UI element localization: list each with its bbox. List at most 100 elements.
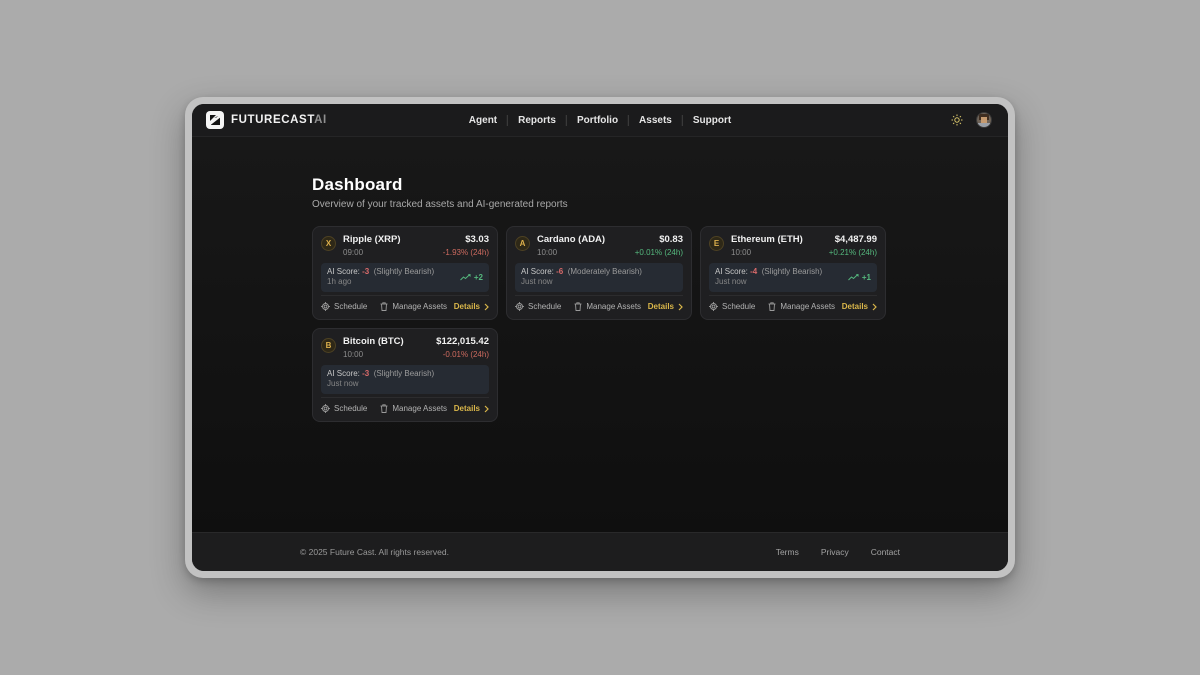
- manage-assets-button[interactable]: Manage Assets: [380, 302, 447, 311]
- ai-score-value: -6: [556, 267, 563, 276]
- ai-score-label: AI Score:: [327, 369, 360, 378]
- theme-toggle-sun-icon[interactable]: [950, 113, 964, 127]
- ai-sentiment: (Moderately Bearish): [568, 267, 642, 276]
- asset-card-cardano: A Cardano (ADA) 10:00 $0.83 +0.01% (24h)…: [506, 226, 692, 320]
- coin-time: 10:00: [537, 248, 605, 257]
- schedule-button[interactable]: Schedule: [709, 302, 755, 311]
- card-header: E Ethereum (ETH) 10:00 $4,487.99 +0.21% …: [709, 235, 877, 257]
- footer-links: Terms Privacy Contact: [776, 547, 900, 557]
- coin-time: 10:00: [731, 248, 803, 257]
- card-actions: Schedule Manage Assets Details: [709, 295, 877, 311]
- main-content: Dashboard Overview of your tracked asset…: [192, 137, 1008, 532]
- page-title: Dashboard: [312, 175, 1008, 195]
- schedule-button[interactable]: Schedule: [321, 404, 367, 413]
- coin-price: $3.03: [443, 235, 489, 246]
- trending-up-icon: [460, 274, 471, 281]
- ai-score-banner: AI Score: -3 (Slightly Bearish) 1h ago +…: [321, 263, 489, 292]
- card-actions: Schedule Manage Assets Details: [515, 295, 683, 311]
- card-header: X Ripple (XRP) 09:00 $3.03 -1.93% (24h): [321, 235, 489, 257]
- coin-price: $122,015.42: [436, 337, 489, 348]
- ai-sentiment: (Slightly Bearish): [762, 267, 822, 276]
- ai-updated-ago: Just now: [521, 277, 642, 287]
- coin-name: Cardano (ADA): [537, 235, 605, 246]
- brand-logo[interactable]: FUTURECASTAI: [206, 111, 327, 129]
- details-button[interactable]: Details: [648, 302, 683, 311]
- footer-link-terms[interactable]: Terms: [776, 547, 799, 557]
- app-window: FUTURECASTAI Agent Reports Portfolio Ass…: [185, 97, 1015, 578]
- chevron-right-icon: [872, 303, 877, 311]
- copyright-text: © 2025 Future Cast. All rights reserved.: [300, 547, 449, 557]
- coin-time: 09:00: [343, 248, 401, 257]
- trash-icon: [768, 302, 776, 311]
- ai-sentiment: (Slightly Bearish): [374, 369, 434, 378]
- ai-updated-ago: Just now: [327, 379, 434, 389]
- manage-assets-button[interactable]: Manage Assets: [380, 404, 447, 413]
- asset-card-ethereum: E Ethereum (ETH) 10:00 $4,487.99 +0.21% …: [700, 226, 886, 320]
- futurecast-logo-icon: [206, 111, 224, 129]
- nav-item-reports[interactable]: Reports: [508, 115, 566, 126]
- footer-link-contact[interactable]: Contact: [871, 547, 900, 557]
- user-avatar[interactable]: [976, 112, 992, 128]
- ai-score-value: -4: [750, 267, 757, 276]
- nav-right-controls: [950, 112, 992, 128]
- chevron-right-icon: [484, 303, 489, 311]
- gear-icon: [515, 302, 524, 311]
- asset-card-bitcoin: B Bitcoin (BTC) 10:00 $122,015.42 -0.01%…: [312, 328, 498, 422]
- coin-change: +0.21% (24h): [829, 248, 877, 257]
- trash-icon: [574, 302, 582, 311]
- coin-change: -0.01% (24h): [436, 350, 489, 359]
- trash-icon: [380, 404, 388, 413]
- trend-value: +1: [862, 273, 871, 282]
- trash-icon: [380, 302, 388, 311]
- ai-sentiment: (Slightly Bearish): [374, 267, 434, 276]
- nav-item-support[interactable]: Support: [683, 115, 741, 126]
- coin-time: 10:00: [343, 350, 404, 359]
- footer-link-privacy[interactable]: Privacy: [821, 547, 849, 557]
- ai-score-label: AI Score:: [521, 267, 554, 276]
- ai-score-banner: AI Score: -4 (Slightly Bearish) Just now…: [709, 263, 877, 292]
- coin-price: $0.83: [635, 235, 683, 246]
- coin-price: $4,487.99: [829, 235, 877, 246]
- app-footer: © 2025 Future Cast. All rights reserved.…: [192, 532, 1008, 571]
- nav-item-assets[interactable]: Assets: [629, 115, 682, 126]
- card-header: A Cardano (ADA) 10:00 $0.83 +0.01% (24h): [515, 235, 683, 257]
- ai-score-banner: AI Score: -6 (Moderately Bearish) Just n…: [515, 263, 683, 292]
- chevron-right-icon: [678, 303, 683, 311]
- coin-name: Ethereum (ETH): [731, 235, 803, 246]
- coin-change: -1.93% (24h): [443, 248, 489, 257]
- ai-score-value: -3: [362, 267, 369, 276]
- trending-up-icon: [848, 274, 859, 281]
- nav-item-portfolio[interactable]: Portfolio: [567, 115, 628, 126]
- ai-score-label: AI Score:: [327, 267, 360, 276]
- ai-updated-ago: 1h ago: [327, 277, 434, 287]
- card-actions: Schedule Manage Assets Details: [321, 397, 489, 413]
- ai-score-label: AI Score:: [715, 267, 748, 276]
- coin-badge: X: [321, 236, 336, 251]
- page-subtitle: Overview of your tracked assets and AI-g…: [312, 199, 1008, 210]
- coin-change: +0.01% (24h): [635, 248, 683, 257]
- main-nav: Agent Reports Portfolio Assets Support: [459, 104, 741, 136]
- asset-card-ripple: X Ripple (XRP) 09:00 $3.03 -1.93% (24h) …: [312, 226, 498, 320]
- details-button[interactable]: Details: [454, 404, 489, 413]
- card-header: B Bitcoin (BTC) 10:00 $122,015.42 -0.01%…: [321, 337, 489, 359]
- coin-name: Bitcoin (BTC): [343, 337, 404, 348]
- gear-icon: [321, 404, 330, 413]
- gear-icon: [709, 302, 718, 311]
- coin-badge: E: [709, 236, 724, 251]
- chevron-right-icon: [484, 405, 489, 413]
- nav-item-agent[interactable]: Agent: [459, 115, 507, 126]
- details-button[interactable]: Details: [842, 302, 877, 311]
- manage-assets-button[interactable]: Manage Assets: [768, 302, 835, 311]
- ai-score-banner: AI Score: -3 (Slightly Bearish) Just now: [321, 365, 489, 394]
- schedule-button[interactable]: Schedule: [515, 302, 561, 311]
- manage-assets-button[interactable]: Manage Assets: [574, 302, 641, 311]
- schedule-button[interactable]: Schedule: [321, 302, 367, 311]
- coin-badge: A: [515, 236, 530, 251]
- coin-badge: B: [321, 338, 336, 353]
- trend-value: +2: [474, 273, 483, 282]
- asset-cards-grid: X Ripple (XRP) 09:00 $3.03 -1.93% (24h) …: [312, 226, 1008, 422]
- card-actions: Schedule Manage Assets Details: [321, 295, 489, 311]
- details-button[interactable]: Details: [454, 302, 489, 311]
- app-frame: FUTURECASTAI Agent Reports Portfolio Ass…: [192, 104, 1008, 571]
- ai-updated-ago: Just now: [715, 277, 822, 287]
